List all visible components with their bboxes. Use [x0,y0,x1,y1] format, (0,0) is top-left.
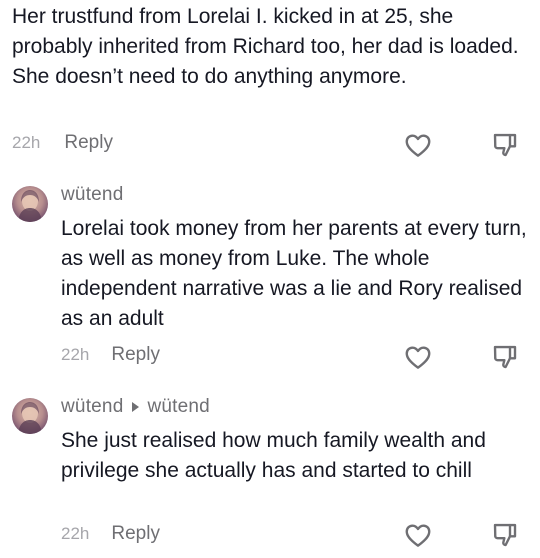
comment-timestamp: 22h [61,524,90,543]
comment-timestamp: 22h [61,345,90,364]
heart-icon[interactable] [403,342,433,372]
comment-meta: 22h Reply [12,132,113,154]
comment-text: She just realised how much family wealth… [61,429,486,482]
reply-button[interactable]: Reply [111,344,160,366]
heart-icon[interactable] [403,520,433,550]
comment-meta: 22h Reply [61,344,160,366]
reply-to-username[interactable]: wütend [147,396,209,418]
thumbs-down-icon[interactable] [490,130,520,160]
comment-text: Lorelai took money from her parents at e… [61,217,527,330]
comment-username-row: wütend [61,184,123,206]
comment-timestamp: 22h [12,133,41,152]
avatar[interactable] [12,186,48,222]
comment-username[interactable]: wütend [61,396,123,418]
heart-icon[interactable] [403,130,433,160]
comment-meta: 22h Reply [61,523,160,545]
avatar[interactable] [12,398,48,434]
play-triangle-icon [132,402,140,412]
comment-username-row: wütend wütend [61,396,210,418]
reply-button[interactable]: Reply [64,132,113,154]
thumbs-down-icon[interactable] [490,342,520,372]
comment-text: Her trustfund from Lorelai I. kicked in … [12,5,519,88]
thumbs-down-icon[interactable] [490,520,520,550]
comment-username[interactable]: wütend [61,184,123,206]
reply-button[interactable]: Reply [111,523,160,545]
